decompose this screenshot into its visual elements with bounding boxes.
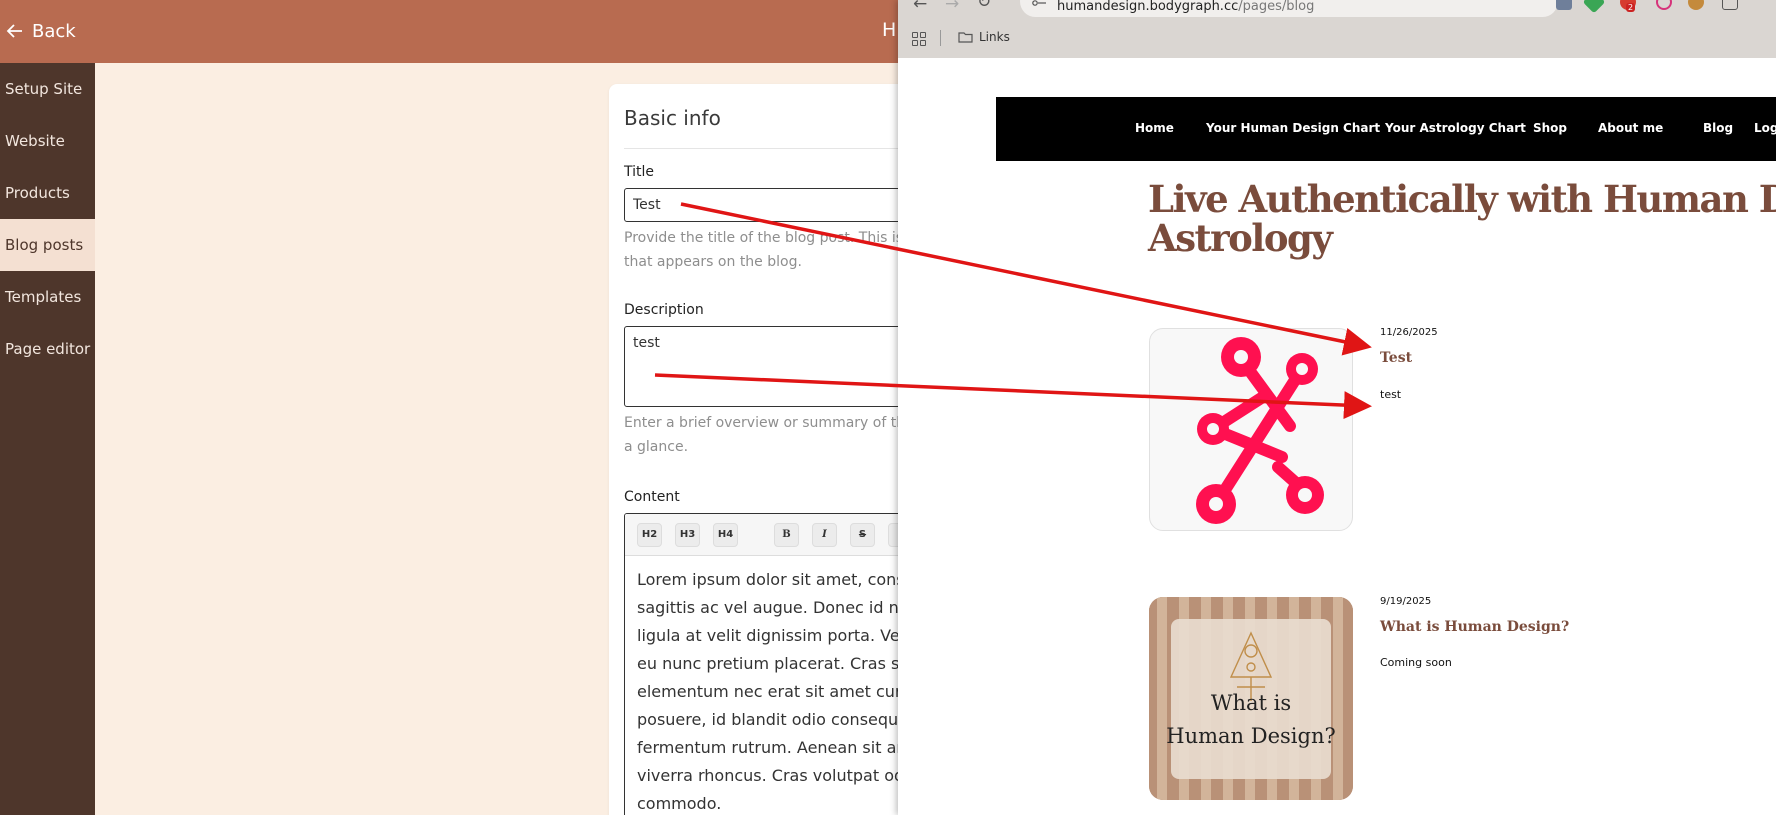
heading-2-button[interactable]: H2 xyxy=(637,522,662,547)
arrow-left-icon xyxy=(6,24,22,38)
heading-4-button[interactable]: H4 xyxy=(713,522,738,547)
sidebar-item-blog-posts[interactable]: Blog posts xyxy=(0,219,95,271)
section-title: Basic info xyxy=(624,106,721,130)
hero-line-1: Live Authentically with Human Design & xyxy=(1148,177,1776,221)
back-label: Back xyxy=(32,20,76,42)
site-navigation: Home Your Human Design Chart Your Astrol… xyxy=(996,97,1776,161)
url-path: /pages/blog xyxy=(1238,0,1315,14)
content-label: Content xyxy=(624,489,680,505)
sidebar-item-website[interactable]: Website xyxy=(0,115,95,167)
browser-forward-icon[interactable]: → xyxy=(945,0,959,14)
title-label: Title xyxy=(624,164,655,180)
folder-icon xyxy=(958,32,973,43)
browser-chrome: ← → ↻ humandesign.bodygraph.cc/pages/blo… xyxy=(898,0,1776,58)
extension-puzzle-icon[interactable] xyxy=(1582,0,1606,14)
description-label: Description xyxy=(624,302,704,318)
url-host: humandesign.bodygraph.cc xyxy=(1057,0,1239,14)
post-date: 9/19/2025 xyxy=(1380,596,1432,607)
post-thumbnail-photo[interactable]: What is Human Design? xyxy=(1149,597,1353,800)
post-title-link[interactable]: What is Human Design? xyxy=(1380,619,1569,635)
post-title-link[interactable]: Test xyxy=(1380,350,1412,366)
bookmark-separator xyxy=(940,30,941,46)
heading-3-button[interactable]: H3 xyxy=(675,522,700,547)
post-thumbnail-logo[interactable] xyxy=(1149,328,1353,531)
hero-heading: Live Authentically with Human Design & A… xyxy=(1148,180,1776,258)
sidebar-item-page-editor[interactable]: Page editor xyxy=(0,323,95,375)
italic-button[interactable]: I xyxy=(812,522,837,547)
nav-link-astrology-chart[interactable]: Your Astrology Chart xyxy=(1385,121,1526,135)
nav-link-about-me[interactable]: About me xyxy=(1598,121,1663,135)
strikethrough-button[interactable]: S xyxy=(850,522,875,547)
sidebar-item-setup-site[interactable]: Setup Site xyxy=(0,63,95,115)
bold-button[interactable]: B xyxy=(774,522,799,547)
post-date: 11/26/2025 xyxy=(1380,327,1438,338)
post-description: Coming soon xyxy=(1380,656,1452,669)
sidebar-item-templates[interactable]: Templates xyxy=(0,271,95,323)
bookmark-folder-label: Links xyxy=(979,30,1010,44)
nav-link-home[interactable]: Home xyxy=(1135,121,1174,135)
extension-badge-count: 2 xyxy=(1626,3,1636,12)
extensions-menu-icon[interactable] xyxy=(1722,0,1738,10)
nav-link-shop[interactable]: Shop xyxy=(1533,121,1567,135)
sidebar: Setup Site Website Products Blog posts T… xyxy=(0,63,95,815)
back-button[interactable]: Back xyxy=(6,18,76,44)
thumbnail-text-line-2: Human Design? xyxy=(1166,724,1336,748)
reload-icon[interactable]: ↻ xyxy=(977,0,991,12)
nav-link-human-design-chart[interactable]: Your Human Design Chart xyxy=(1206,121,1380,135)
post-description: test xyxy=(1380,388,1402,401)
extension-badge-icon[interactable]: 2 xyxy=(1620,0,1636,12)
cookie-extension-icon[interactable] xyxy=(1688,0,1704,10)
nav-link-login[interactable]: Log xyxy=(1754,121,1776,135)
site-info-icon[interactable] xyxy=(1032,0,1046,6)
thumbnail-text-line-1: What is xyxy=(1210,691,1292,715)
address-bar[interactable]: humandesign.bodygraph.cc/pages/blog ⌕ ☆ xyxy=(1020,0,1558,17)
apps-grid-icon[interactable] xyxy=(912,32,926,46)
sidebar-item-products[interactable]: Products xyxy=(0,167,95,219)
bodygraph-logo-icon xyxy=(1196,337,1324,524)
clock-extension-icon[interactable] xyxy=(1656,0,1672,10)
hero-line-2: Astrology xyxy=(1148,216,1333,260)
nav-link-blog[interactable]: Blog xyxy=(1703,121,1733,135)
browser-window: ← → ↻ humandesign.bodygraph.cc/pages/blo… xyxy=(898,0,1776,815)
bookmark-folder-links[interactable]: Links xyxy=(958,30,1010,44)
browser-back-icon[interactable]: ← xyxy=(913,0,927,14)
extension-icon[interactable] xyxy=(1556,0,1572,10)
